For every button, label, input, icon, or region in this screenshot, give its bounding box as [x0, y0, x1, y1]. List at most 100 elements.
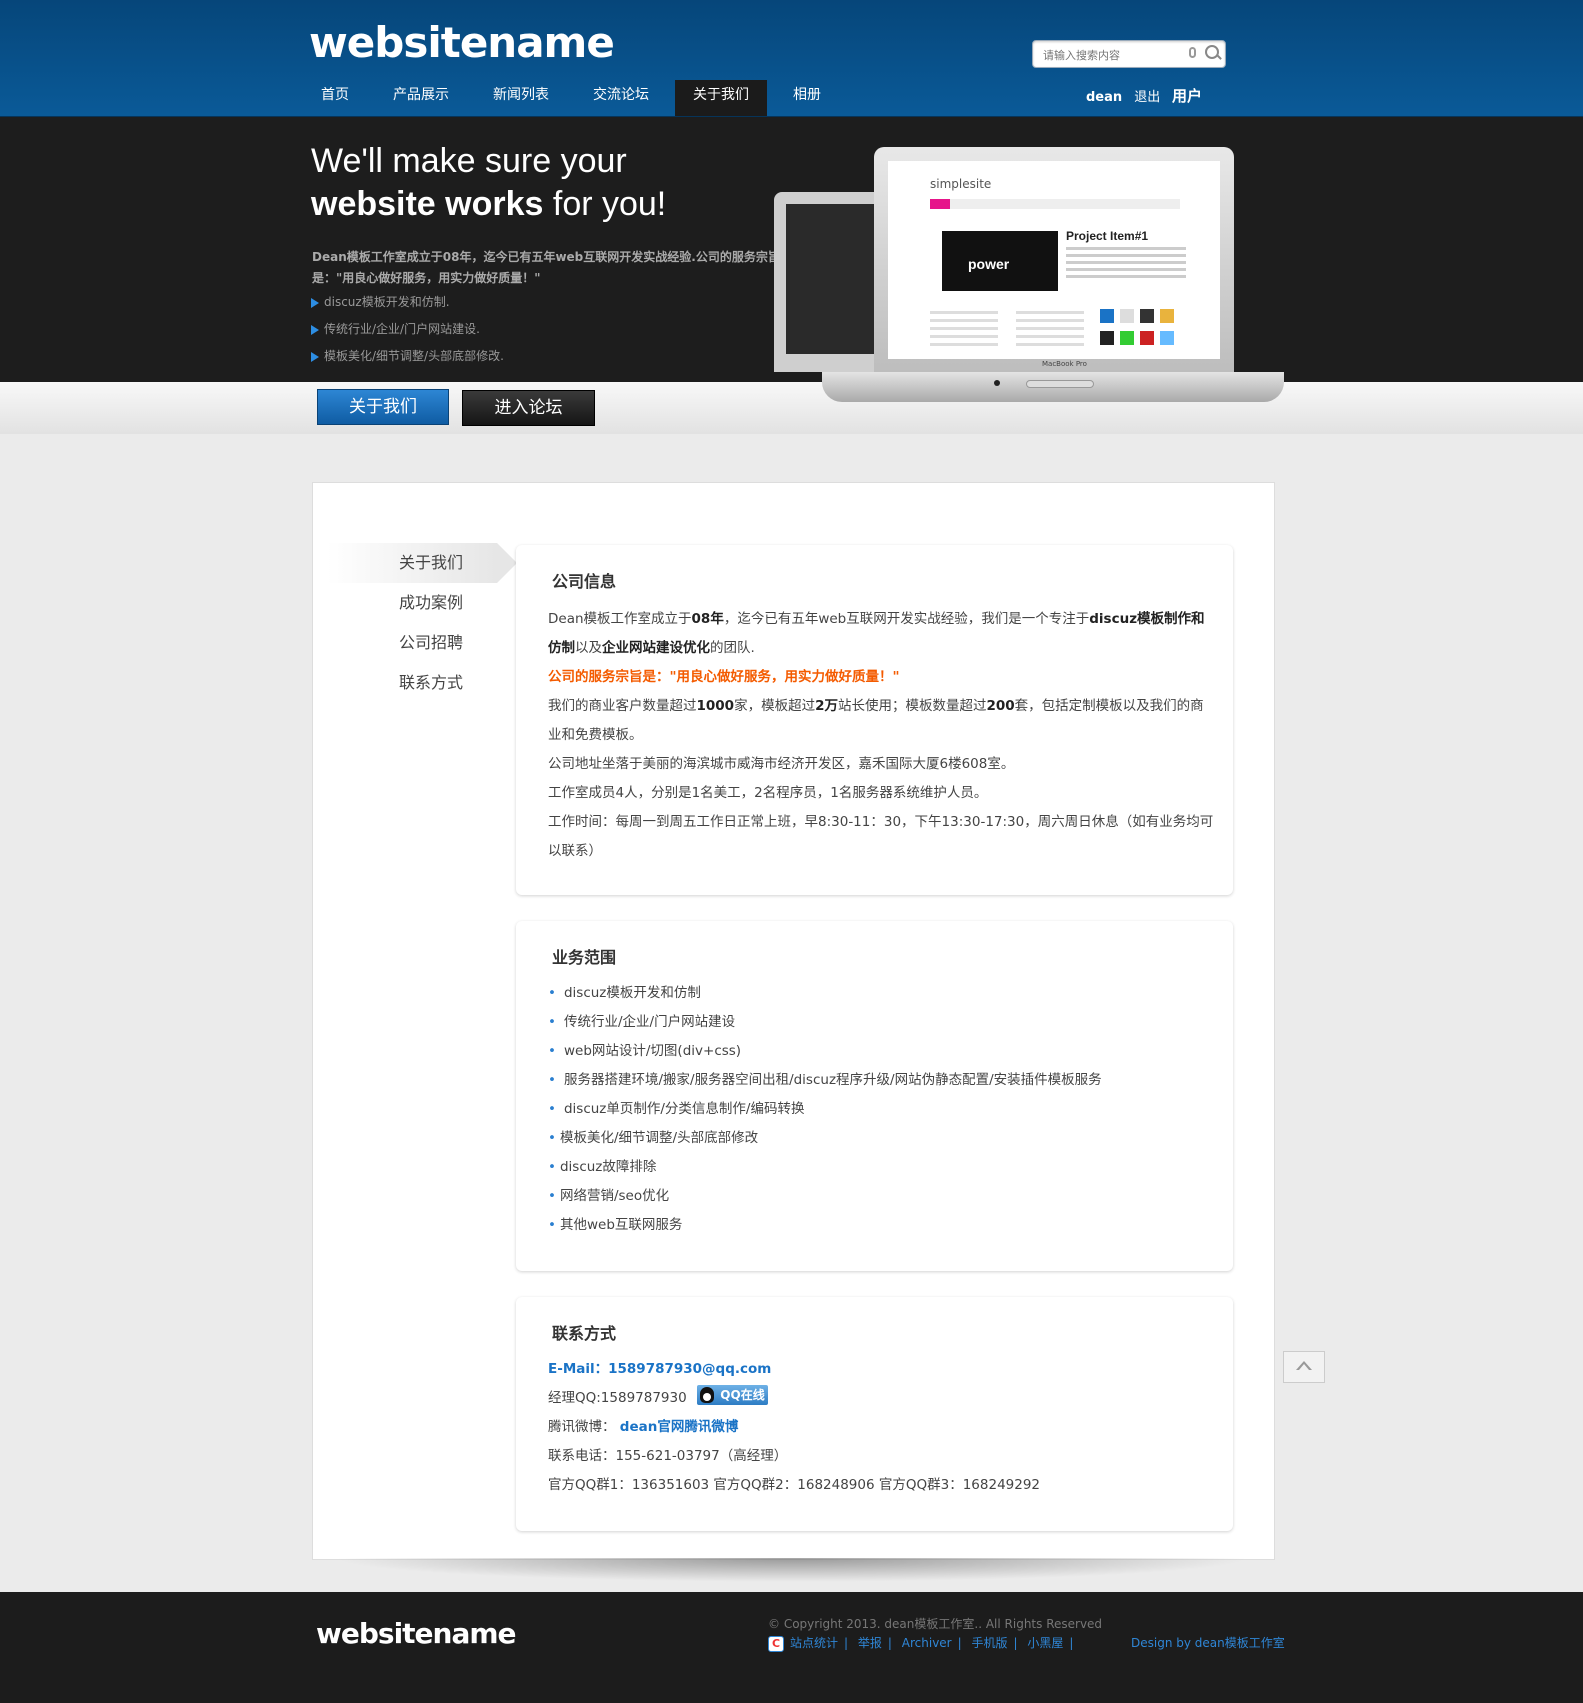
user-area: dean 退出 [1086, 86, 1168, 105]
search-icon[interactable] [1205, 45, 1219, 59]
arrow-up-icon [1296, 1361, 1312, 1370]
list-item: • 其他web互联网服务 [548, 1217, 683, 1233]
company-address: 公司地址坐落于美丽的海滨城市威海市经济开发区，嘉禾国际大厦6楼608室。 [548, 756, 1015, 772]
mini-thumbnail [1120, 331, 1134, 345]
list-item: • discuz模板开发和仿制 [548, 985, 701, 1001]
hero-intro: Dean模板工作室成立于08年，迄今已有五年web互联网开发实战经验.公司的服务… [312, 250, 780, 285]
user-menu[interactable]: 用户 [1172, 85, 1202, 106]
qq-groups: 官方QQ群1：136351603 官方QQ群2：168248906 官方QQ群3… [548, 1477, 1041, 1493]
hero-banner-footer [0, 382, 1583, 434]
arrow-right-icon [311, 351, 319, 362]
logout-link[interactable]: 退出 [1134, 90, 1160, 105]
mini-thumbnail [1100, 331, 1114, 345]
bullet-icon: • [548, 1043, 556, 1059]
company-info-body: Dean模板工作室成立于08年，迄今已有五年web互联网开发实战经验，我们是一个… [548, 605, 1216, 866]
username-link[interactable]: dean [1086, 90, 1122, 105]
hero-bullet-text: 模板美化/细节调整/头部底部修改. [324, 349, 504, 363]
sidebar-item-contact[interactable]: 联系方式 [327, 663, 497, 703]
sidebar-item-cases[interactable]: 成功案例 [327, 583, 497, 623]
mini-thumbnail [1120, 309, 1134, 323]
panel-title: 联系方式 [552, 1324, 617, 1343]
bullet-icon: • [548, 1159, 556, 1175]
company-stats-paragraph: 我们的商业客户数量超过1000家，模板超过2万站长使用；模板数量超过200套，包… [548, 698, 1204, 743]
nav-album[interactable]: 相册 [775, 80, 839, 116]
hero-bullet: 传统行业/企业/门户网站建设. [311, 318, 504, 345]
search-input[interactable] [1041, 45, 1175, 65]
about-us-button[interactable]: 关于我们 [317, 389, 449, 425]
email-link[interactable]: E-Mail：1589787930@qq.com [548, 1355, 1216, 1384]
list-item: • 模板美化/细节调整/头部底部修改 [548, 1130, 759, 1146]
mini-hero-text: power [968, 256, 1010, 272]
site-stats-icon[interactable] [768, 1635, 784, 1652]
nav-products[interactable]: 产品展示 [375, 80, 467, 116]
arrow-right-icon [311, 297, 319, 308]
hero-bullet: 模板美化/细节调整/头部底部修改. [311, 345, 504, 372]
sidebar-item-jobs[interactable]: 公司招聘 [327, 623, 497, 663]
headline-line-2: website works for you! [311, 183, 666, 226]
footer-links: 站点统计| 举报| Archiver| 手机版| 小黑屋| [768, 1634, 1079, 1652]
list-item: • 网络营销/seo优化 [548, 1188, 670, 1204]
panel-title: 公司信息 [552, 572, 617, 591]
search-box [1032, 40, 1226, 68]
headline-line-1: We'll make sure your [311, 142, 627, 180]
footer-link-mobile[interactable]: 手机版 [972, 1636, 1008, 1650]
footer-link-report[interactable]: 举报 [858, 1636, 882, 1650]
phone-number: 联系电话：155-621-03797（高经理） [548, 1448, 788, 1464]
mini-site-logo: simplesite [930, 177, 992, 191]
nav-home[interactable]: 首页 [303, 80, 367, 116]
mini-nav [930, 199, 1180, 209]
nav-forum[interactable]: 交流论坛 [575, 80, 667, 116]
nav-news[interactable]: 新闻列表 [475, 80, 567, 116]
enter-forum-button[interactable]: 进入论坛 [462, 390, 595, 426]
list-item: • 服务器搭建环境/搬家/服务器空间出租/discuz程序升级/网站伪静态配置/安… [548, 1072, 1102, 1088]
footer-link-blackroom[interactable]: 小黑屋 [1027, 1636, 1063, 1650]
company-info-panel: 公司信息 Dean模板工作室成立于08年，迄今已有五年web互联网开发实战经验，… [516, 545, 1233, 895]
contact-panel: 联系方式 E-Mail：1589787930@qq.com 经理QQ:15897… [516, 1297, 1233, 1531]
main-nav: 首页 产品展示 新闻列表 交流论坛 关于我们 相册 [303, 80, 847, 116]
microphone-icon[interactable] [1189, 47, 1196, 58]
list-item: • discuz单页制作/分类信息制作/编码转换 [548, 1101, 805, 1117]
mini-thumbnail [1140, 309, 1154, 323]
mini-thumbnail [1100, 309, 1114, 323]
hero-bullet-text: 传统行业/企业/门户网站建设. [324, 322, 480, 336]
arrow-right-icon [311, 324, 319, 335]
laptop-notch [1026, 380, 1094, 388]
service-slogan: 公司的服务宗旨是："用良心做好服务，用实力做好质量！" [548, 669, 900, 685]
footer-link-archiver[interactable]: Archiver [902, 1636, 952, 1650]
hero-bullet: discuz模板开发和仿制. [311, 291, 504, 318]
business-scope-panel: 业务范围 • discuz模板开发和仿制 • 传统行业/企业/门户网站建设 • web… [516, 921, 1233, 1271]
card-shadow [332, 1558, 1252, 1582]
laptop-illustration: simplesite power Project Item#1 [874, 147, 1234, 372]
headline-rest: for you! [543, 185, 667, 223]
headline-bold: website works [311, 185, 544, 223]
weibo-link[interactable]: dean官网腾讯微博 [620, 1419, 739, 1435]
mini-thumbnail [1160, 331, 1174, 345]
bullet-icon: • [548, 1188, 556, 1204]
bullet-icon: • [548, 1072, 556, 1088]
laptop-screen: simplesite power Project Item#1 [888, 161, 1220, 359]
list-item: • 传统行业/企业/门户网站建设 [548, 1014, 736, 1030]
site-logo[interactable]: websitename [309, 18, 615, 67]
sidebar-item-about[interactable]: 关于我们 [327, 543, 517, 583]
nav-about[interactable]: 关于我们 [675, 80, 767, 116]
footer-link-stats[interactable]: 站点统计 [790, 1636, 838, 1650]
business-list: • discuz模板开发和仿制 • 传统行业/企业/门户网站建设 • web网站设计/… [548, 979, 1216, 1240]
bullet-icon: • [548, 1101, 556, 1117]
design-credit-link[interactable]: Design by dean模板工作室 [1131, 1634, 1285, 1651]
mini-column [930, 311, 998, 351]
qq-row: 经理QQ:1589787930 QQ在线 [548, 1384, 1216, 1413]
hero-headline: We'll make sure your website works for y… [311, 140, 666, 226]
back-to-top-button[interactable] [1283, 1351, 1325, 1383]
laptop-base [822, 372, 1284, 402]
company-members: 工作室成员4人，分别是1名美工，2名程序员，1名服务器系统维护人员。 [548, 785, 988, 801]
qq-number: 经理QQ:1589787930 [548, 1390, 687, 1406]
qq-online-button[interactable]: QQ在线 [696, 1385, 768, 1405]
weibo-row: 腾讯微博： dean官网腾讯微博 [548, 1413, 1216, 1442]
footer-logo[interactable]: websitename [316, 1617, 517, 1650]
hero-bullet-text: discuz模板开发和仿制. [324, 295, 450, 309]
mini-text-lines [1066, 247, 1186, 282]
sidebar-nav: 关于我们 成功案例 公司招聘 联系方式 [327, 543, 517, 703]
bullet-icon: • [548, 1130, 556, 1146]
list-item: • discuz故障排除 [548, 1159, 657, 1175]
laptop-caption: MacBook Pro [1042, 360, 1087, 368]
